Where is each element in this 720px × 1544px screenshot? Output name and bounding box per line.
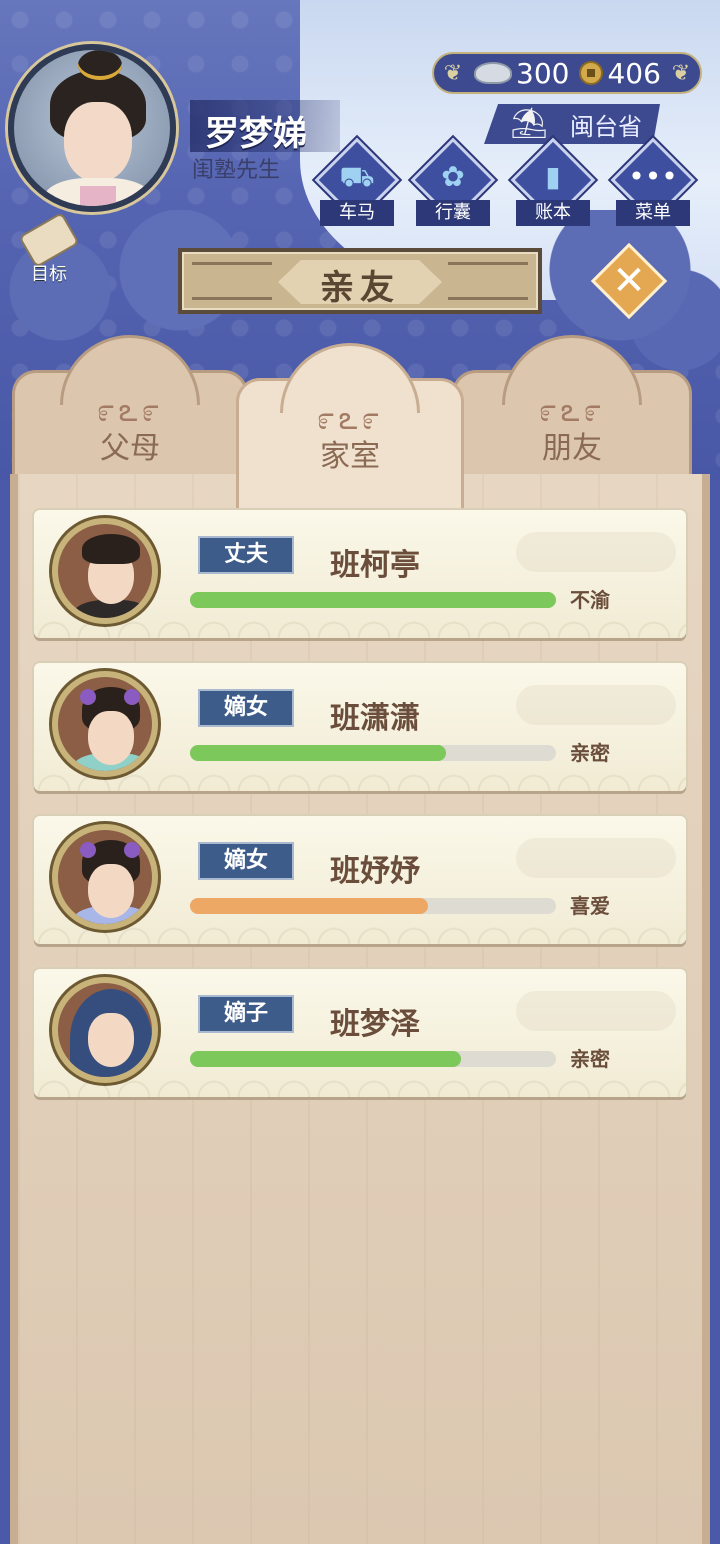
affection-bar [190, 745, 556, 761]
currency-bar: ❦ 300 406 ❦ [432, 52, 702, 94]
copper-coin-icon [579, 61, 604, 85]
member-name: 班梦泽 [330, 1007, 420, 1042]
member-name: 班柯亭 [330, 548, 420, 583]
member-name: 班潇潇 [330, 701, 420, 736]
close-icon[interactable]: ✕ [602, 252, 656, 310]
affection-bar [190, 1051, 556, 1067]
husband-portrait [52, 518, 158, 624]
affection-bar-fill [190, 898, 428, 914]
page-title: 亲友 [320, 268, 400, 308]
bamboo-icon: ❦ [443, 61, 463, 86]
relation-tag: 丈夫 [198, 536, 294, 574]
more-icon: ••• [628, 160, 678, 193]
member-name: 班妤妤 [330, 854, 420, 889]
affection-bar-fill [190, 745, 447, 761]
menu-button-ledger[interactable]: ▮ 账本 [510, 137, 596, 230]
affection-bar-fill [190, 592, 556, 608]
tab-family[interactable]: ೯ఽ೯ 家室 [236, 343, 464, 518]
relation-tag: 嫡子 [198, 995, 294, 1033]
carriage-icon: ⛟ [339, 160, 375, 193]
silver-ingot-icon [474, 62, 512, 84]
menu-button-bundle[interactable]: ✿ 行囊 [410, 137, 496, 230]
title-banner: 亲友 [178, 248, 542, 314]
daughter-portrait [52, 671, 158, 777]
coin-amount: 406 [607, 56, 661, 90]
family-member-card[interactable]: 嫡女 班妤妤 喜爱 [34, 816, 686, 944]
silver-amount: 300 [516, 56, 570, 90]
affection-bar-fill [190, 1051, 461, 1067]
family-member-card[interactable]: 嫡女 班潇潇 亲密 [34, 663, 686, 791]
affection-status: 不渝 [570, 588, 610, 612]
relation-tag: 嫡女 [198, 842, 294, 880]
daughter-portrait [52, 824, 158, 930]
affection-status: 亲密 [570, 1047, 610, 1071]
family-member-card[interactable]: 嫡子 班梦泽 亲密 [34, 969, 686, 1097]
relation-tag: 嫡女 [198, 689, 294, 727]
menu-button-more[interactable]: ••• 菜单 [610, 137, 696, 230]
son-portrait [52, 977, 158, 1083]
affection-status: 亲密 [570, 741, 610, 765]
bamboo-icon: ❦ [671, 61, 691, 86]
affection-status: 喜爱 [570, 894, 610, 918]
ledger-icon: ▮ [545, 160, 561, 193]
bundle-icon: ✿ [441, 160, 465, 193]
family-member-card[interactable]: 丈夫 班柯亭 不渝 [34, 510, 686, 638]
player-title: 闺塾先生 [192, 158, 281, 183]
player-avatar[interactable] [8, 44, 176, 212]
menu-button-carriage[interactable]: ⛟ 车马 [314, 137, 400, 230]
affection-bar [190, 592, 556, 608]
affection-bar [190, 898, 556, 914]
goal-button[interactable]: 目标 [14, 211, 84, 290]
player-name: 罗梦娣 [205, 114, 307, 154]
